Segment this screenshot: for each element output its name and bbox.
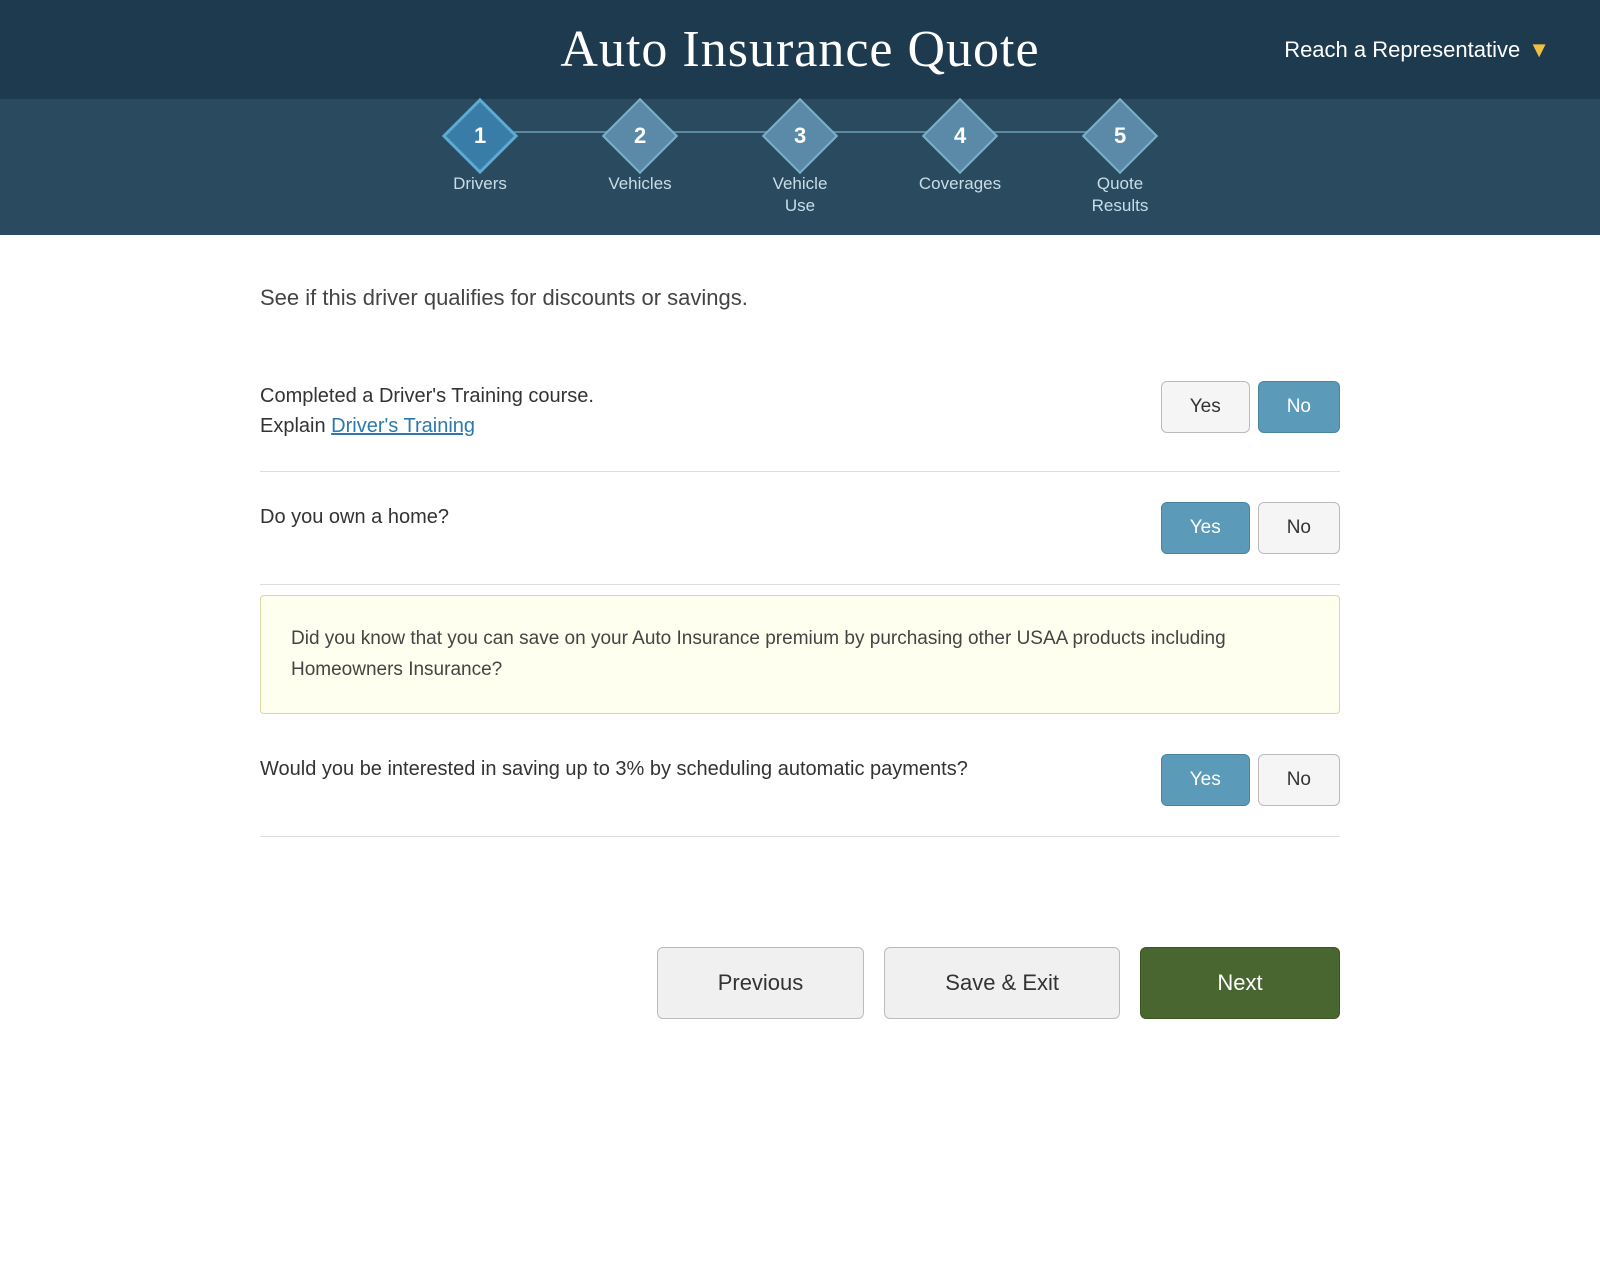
- page-header: Auto Insurance Quote Reach a Representat…: [0, 0, 1600, 99]
- step-5-diamond: 5: [1082, 98, 1158, 174]
- step-2-number: 2: [634, 123, 646, 149]
- previous-button[interactable]: Previous: [657, 947, 865, 1019]
- info-box-text: Did you know that you can save on your A…: [291, 628, 1226, 679]
- own-home-no-button[interactable]: No: [1258, 502, 1340, 554]
- step-3-number: 3: [794, 123, 806, 149]
- own-home-question: Do you own a home?: [260, 502, 1101, 532]
- step-1-label: Drivers: [453, 173, 507, 195]
- drivers-training-btn-group: Yes No: [1161, 381, 1340, 433]
- drivers-training-question: Completed a Driver's Training course. Ex…: [260, 381, 1101, 441]
- own-home-text: Do you own a home?: [260, 506, 449, 528]
- reach-rep-icon: ▼: [1528, 37, 1550, 63]
- step-4-label: Coverages: [919, 173, 1001, 195]
- drivers-training-link[interactable]: Driver's Training: [331, 415, 475, 437]
- step-3[interactable]: 3 VehicleUse: [720, 109, 880, 217]
- drivers-training-no-button[interactable]: No: [1258, 381, 1340, 433]
- drivers-training-yes-button[interactable]: Yes: [1161, 381, 1250, 433]
- step-2[interactable]: 2 Vehicles: [560, 109, 720, 217]
- step-3-label: VehicleUse: [773, 173, 828, 217]
- step-5-label: QuoteResults: [1092, 173, 1149, 217]
- drivers-training-text: Completed a Driver's Training course.: [260, 385, 594, 407]
- main-content: See if this driver qualifies for discoun…: [200, 235, 1400, 887]
- auto-payments-question: Would you be interested in saving up to …: [260, 754, 1101, 784]
- step-3-diamond: 3: [762, 98, 838, 174]
- own-home-btn-group: Yes No: [1161, 502, 1340, 554]
- step-4-number: 4: [954, 123, 966, 149]
- reach-representative-button[interactable]: Reach a Representative ▼: [1284, 37, 1550, 63]
- auto-payments-btn-group: Yes No: [1161, 754, 1340, 806]
- step-5-number: 5: [1114, 123, 1126, 149]
- drivers-training-row: Completed a Driver's Training course. Ex…: [260, 351, 1340, 472]
- own-home-yes-button[interactable]: Yes: [1161, 502, 1250, 554]
- footer-actions: Previous Save & Exit Next: [200, 887, 1400, 1059]
- step-4[interactable]: 4 Coverages: [880, 109, 1040, 217]
- next-button[interactable]: Next: [1140, 947, 1340, 1019]
- step-2-label: Vehicles: [608, 173, 671, 195]
- step-4-diamond: 4: [922, 98, 998, 174]
- step-2-diamond: 2: [602, 98, 678, 174]
- step-1-number: 1: [474, 123, 486, 149]
- auto-payments-text: Would you be interested in saving up to …: [260, 758, 968, 780]
- info-box: Did you know that you can save on your A…: [260, 595, 1340, 714]
- steps-container: 1 Drivers 2 Vehicles 3 VehicleUse 4 Cove…: [0, 99, 1600, 235]
- step-1-diamond: 1: [442, 98, 518, 174]
- drivers-training-explain: Explain: [260, 415, 331, 437]
- reach-rep-label: Reach a Representative: [1284, 37, 1520, 63]
- step-5[interactable]: 5 QuoteResults: [1040, 109, 1200, 217]
- page-title: Auto Insurance Quote: [560, 20, 1039, 79]
- own-home-row: Do you own a home? Yes No: [260, 472, 1340, 585]
- auto-payments-yes-button[interactable]: Yes: [1161, 754, 1250, 806]
- auto-payments-no-button[interactable]: No: [1258, 754, 1340, 806]
- save-exit-button[interactable]: Save & Exit: [884, 947, 1120, 1019]
- intro-text: See if this driver qualifies for discoun…: [260, 285, 1340, 311]
- step-1[interactable]: 1 Drivers: [400, 109, 560, 217]
- auto-payments-row: Would you be interested in saving up to …: [260, 724, 1340, 837]
